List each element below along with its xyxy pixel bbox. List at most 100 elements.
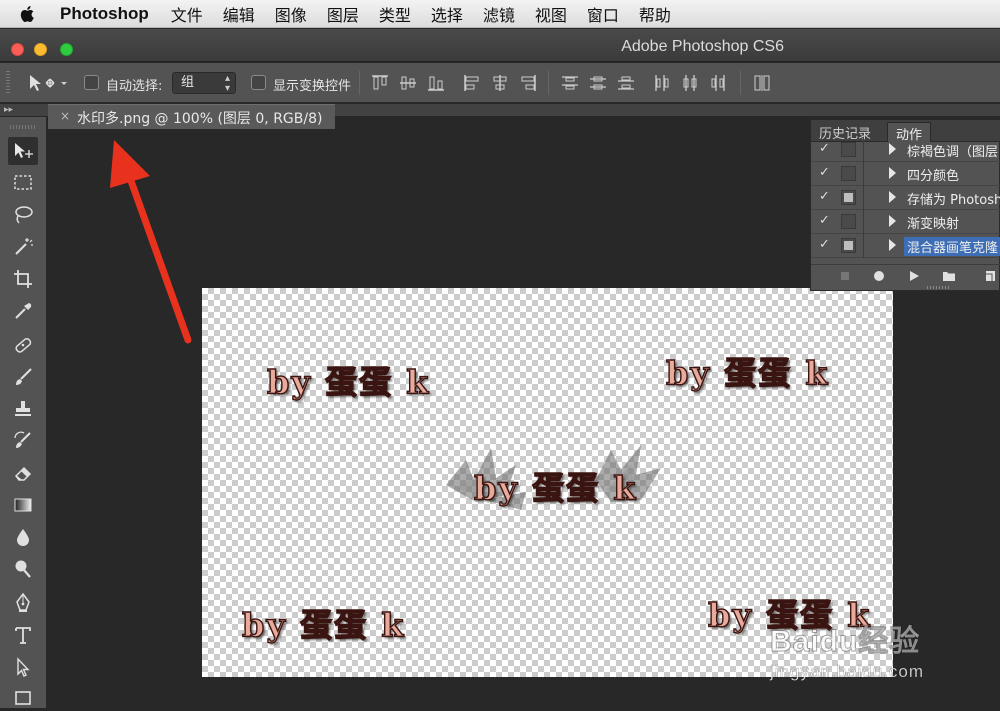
expand-triangle-icon[interactable] — [889, 143, 896, 155]
shape-tool[interactable] — [8, 683, 38, 711]
clone-stamp-tool[interactable] — [8, 395, 38, 423]
auto-select-target-dropdown[interactable]: 组 ▴ ▾ — [172, 72, 236, 94]
dialog-toggle[interactable] — [841, 214, 856, 229]
actions-panel: 历史记录 动作 ✓ 棕褐色调（图层 ✓ 四分颜色 ✓ 存储为 Photosh ✓… — [810, 119, 1000, 291]
move-tool-icon — [15, 143, 33, 158]
dialog-toggle[interactable] — [841, 142, 856, 157]
crop-tool[interactable] — [8, 265, 38, 293]
eraser-tool[interactable] — [8, 459, 38, 487]
menu-help[interactable]: 帮助 — [639, 2, 671, 26]
new-action-icon[interactable] — [981, 268, 997, 284]
menu-image[interactable]: 图像 — [275, 2, 307, 26]
action-row-selected[interactable]: ✓ 混合器画笔克隆 — [811, 234, 1000, 258]
gradient-icon — [14, 498, 32, 512]
play-icon[interactable] — [906, 268, 922, 284]
actions-panel-footer — [811, 264, 1000, 286]
expand-triangle-icon[interactable] — [889, 239, 896, 251]
align-left-edges-icon[interactable] — [462, 73, 482, 93]
type-tool[interactable] — [8, 621, 38, 649]
align-top-edges-icon[interactable] — [370, 73, 390, 93]
stop-icon[interactable] — [837, 268, 853, 284]
menu-window[interactable]: 窗口 — [587, 2, 619, 26]
align-bottom-edges-icon[interactable] — [426, 73, 446, 93]
align-right-edges-icon[interactable] — [518, 73, 538, 93]
stamp-icon — [15, 401, 31, 416]
distribute-right-edges-icon[interactable] — [708, 73, 728, 93]
window-close-button[interactable] — [11, 43, 24, 56]
history-brush-tool[interactable] — [8, 427, 38, 455]
gradient-tool[interactable] — [8, 491, 38, 519]
menu-file[interactable]: 文件 — [171, 2, 203, 26]
distribute-left-edges-icon[interactable] — [652, 73, 672, 93]
pen-icon — [16, 592, 30, 612]
menu-type[interactable]: 类型 — [379, 2, 411, 26]
auto-select-checkbox[interactable] — [84, 75, 99, 90]
healing-brush-tool[interactable] — [8, 331, 38, 359]
watermark-text: by 蛋蛋 k — [266, 362, 431, 401]
distribute-top-edges-icon[interactable] — [560, 73, 580, 93]
new-set-folder-icon[interactable] — [941, 268, 957, 284]
action-row[interactable]: ✓ 棕褐色调（图层 — [811, 138, 1000, 162]
expand-triangle-icon[interactable] — [889, 191, 896, 203]
dialog-toggle[interactable] — [841, 238, 856, 253]
dialog-toggle[interactable] — [841, 190, 856, 205]
path-selection-tool[interactable] — [8, 653, 38, 681]
pen-tool[interactable] — [8, 589, 38, 617]
tool-preset-picker[interactable] — [26, 72, 70, 94]
record-icon[interactable] — [871, 268, 887, 284]
collapse-panels-icon[interactable]: ▸▸ — [4, 104, 13, 116]
action-enabled-check-icon[interactable]: ✓ — [819, 213, 830, 228]
menu-view[interactable]: 视图 — [535, 2, 567, 26]
window-zoom-button[interactable] — [60, 43, 73, 56]
action-enabled-check-icon[interactable]: ✓ — [819, 165, 830, 180]
options-bar: 自动选择: 组 ▴ ▾ 显示变换控件 — [0, 63, 1000, 103]
row-divider — [863, 162, 864, 186]
window-minimize-button[interactable] — [34, 43, 47, 56]
expand-triangle-icon[interactable] — [889, 167, 896, 179]
menu-layer[interactable]: 图层 — [327, 2, 359, 26]
dodge-tool[interactable] — [8, 555, 38, 583]
move-tool[interactable] — [8, 137, 38, 165]
menu-filter[interactable]: 滤镜 — [483, 2, 515, 26]
eyedropper-tool[interactable] — [8, 297, 38, 325]
blur-tool[interactable] — [8, 523, 38, 551]
distribute-horizontal-centers-icon[interactable] — [680, 73, 700, 93]
rectangular-marquee-icon — [14, 175, 32, 190]
action-enabled-check-icon[interactable]: ✓ — [819, 237, 830, 252]
water-drop-icon — [17, 529, 29, 546]
show-transform-controls-checkbox[interactable] — [251, 75, 266, 90]
menu-select[interactable]: 选择 — [431, 2, 463, 26]
apple-icon[interactable] — [18, 4, 38, 24]
action-row[interactable]: ✓ 渐变映射 — [811, 210, 1000, 234]
auto-align-layers-icon[interactable] — [752, 73, 772, 93]
lasso-icon — [15, 206, 33, 224]
align-vertical-centers-icon[interactable] — [398, 73, 418, 93]
document-tab[interactable]: × 水印多.png @ 100% (图层 0, RGB/8) — [48, 104, 335, 129]
action-enabled-check-icon[interactable]: ✓ — [819, 141, 830, 156]
options-separator — [740, 71, 741, 95]
menu-edit[interactable]: 编辑 — [223, 2, 255, 26]
watermark-text: by 蛋蛋 k — [665, 353, 830, 392]
action-row[interactable]: ✓ 四分颜色 — [811, 162, 1000, 186]
brush-tool[interactable] — [8, 363, 38, 391]
expand-triangle-icon[interactable] — [889, 215, 896, 227]
tools-panel-grip[interactable] — [10, 125, 36, 129]
align-horizontal-centers-icon[interactable] — [490, 73, 510, 93]
rectangle-shape-icon — [15, 691, 31, 705]
menu-app-name[interactable]: Photoshop — [60, 4, 149, 24]
distribute-bottom-edges-icon[interactable] — [616, 73, 636, 93]
dialog-toggle[interactable] — [841, 166, 856, 181]
window-title: Adobe Photoshop CS6 — [621, 38, 784, 55]
row-divider — [863, 210, 864, 234]
options-bar-grip[interactable] — [6, 71, 10, 95]
action-row[interactable]: ✓ 存储为 Photosh — [811, 186, 1000, 210]
magic-wand-tool[interactable] — [8, 233, 38, 261]
move-tool-icon — [30, 75, 67, 91]
distribute-vertical-centers-icon[interactable] — [588, 73, 608, 93]
close-document-icon[interactable]: × — [60, 109, 70, 123]
marquee-tool[interactable] — [8, 169, 38, 197]
lasso-tool[interactable] — [8, 201, 38, 229]
document-tab-title: 水印多.png @ 100% (图层 0, RGB/8) — [77, 111, 323, 127]
action-enabled-check-icon[interactable]: ✓ — [819, 189, 830, 204]
panel-resize-grip[interactable] — [927, 286, 951, 289]
